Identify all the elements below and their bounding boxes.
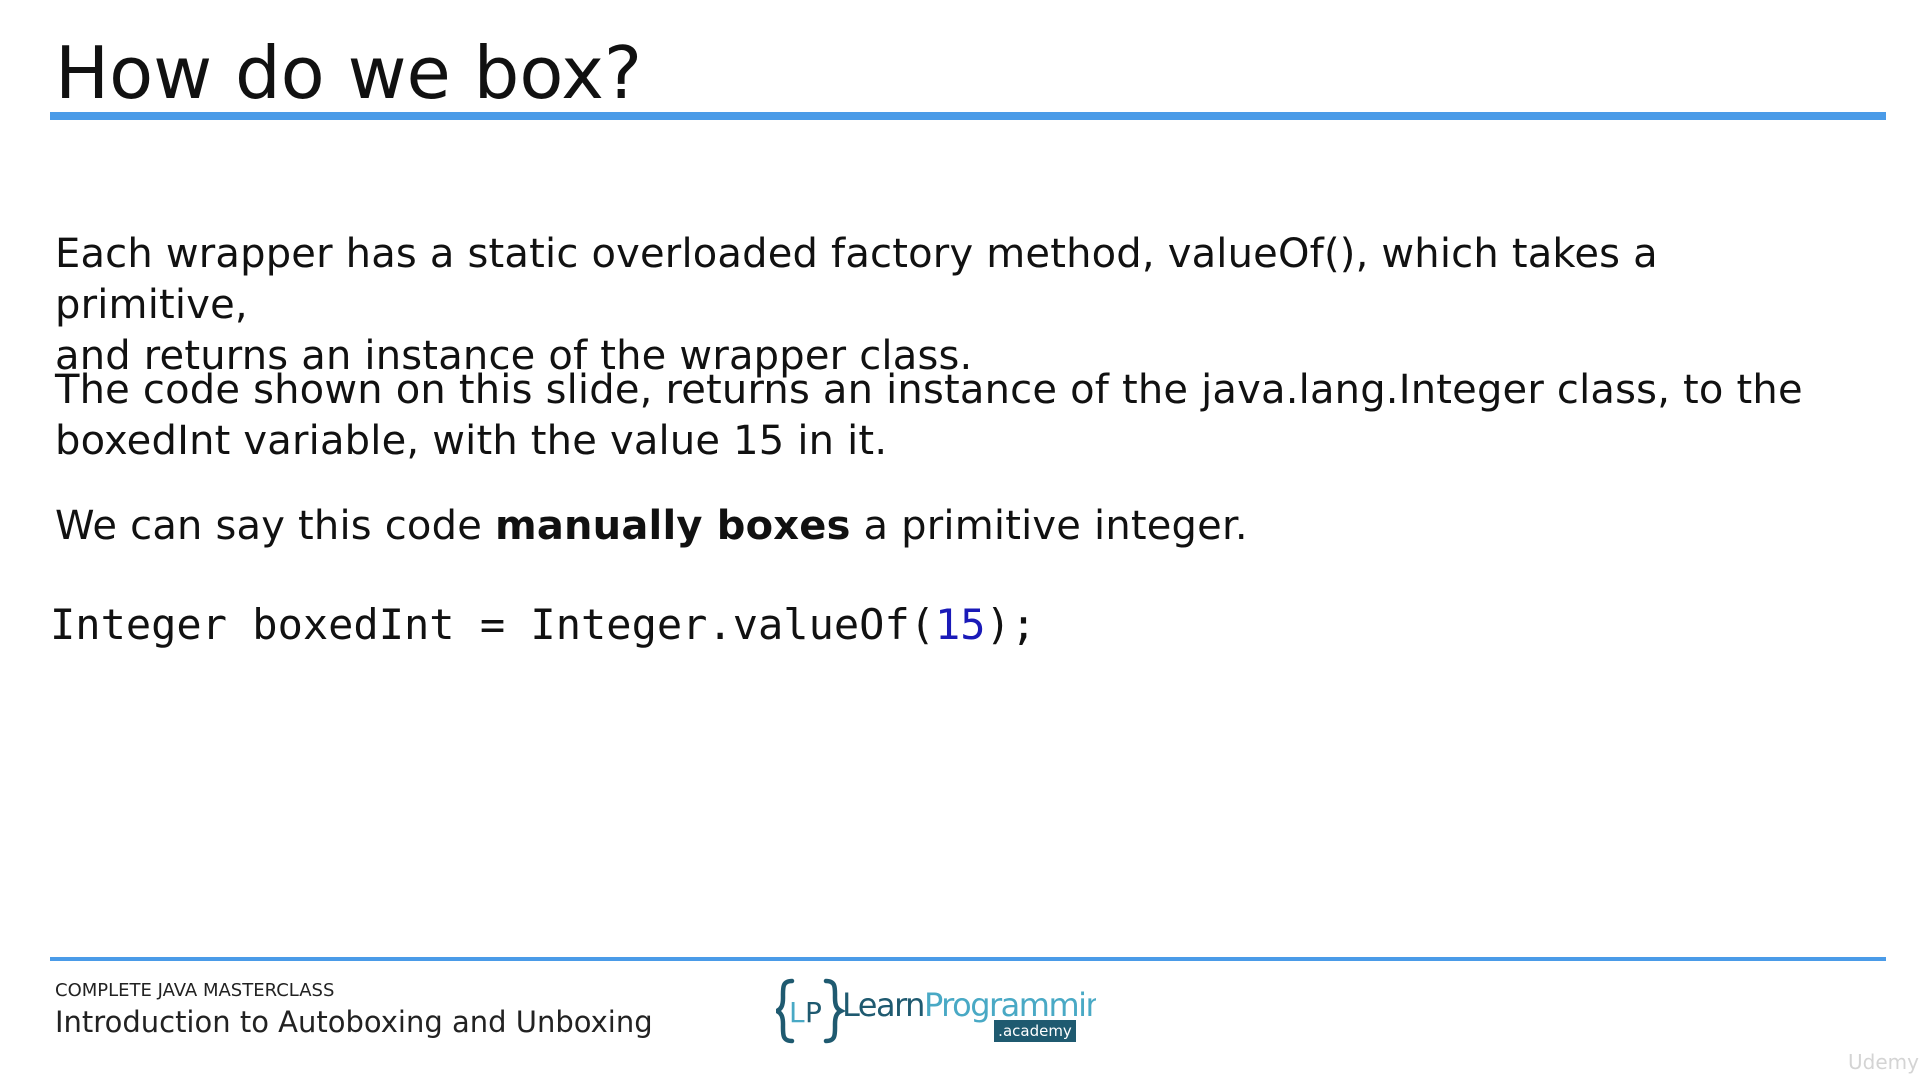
paragraph-text: We can say this code [55,503,495,549]
footer-divider [50,957,1886,961]
learnprogramming-logo: L P LearnProgramming .academy [776,978,1096,1044]
title-divider [50,112,1886,120]
paragraph-line: The code shown on this slide, returns an… [55,367,1803,413]
paragraph-manual-boxing: We can say this code manually boxes a pr… [55,501,1855,552]
paragraph-line: Each wrapper has a static overloaded fac… [55,231,1658,328]
code-number-literal: 15 [935,600,986,649]
paragraph-text: a primitive integer. [850,503,1248,549]
paragraph-valueof-explanation: Each wrapper has a static overloaded fac… [55,229,1855,382]
code-text: ); [985,600,1037,649]
code-text: Integer boxedInt = Integer.valueOf( [50,600,936,649]
footer-course-title: COMPLETE JAVA MASTERCLASS [55,980,335,1001]
udemy-watermark: Udemy [1848,1050,1919,1074]
paragraph-line: boxedInt variable, with the value 15 in … [55,418,888,464]
paragraph-code-explanation: The code shown on this slide, returns an… [55,365,1855,467]
svg-text:LearnProgramming: LearnProgramming [842,986,1096,1024]
footer-lecture-title: Introduction to Autoboxing and Unboxing [55,1005,653,1039]
slide-title: How do we box? [55,31,643,115]
svg-text:P: P [805,996,822,1029]
paragraph-emphasis: manually boxes [494,503,851,549]
svg-text:.academy: .academy [998,1022,1072,1040]
code-snippet: Integer boxedInt = Integer.valueOf(15); [50,598,1036,652]
svg-text:L: L [789,996,805,1029]
